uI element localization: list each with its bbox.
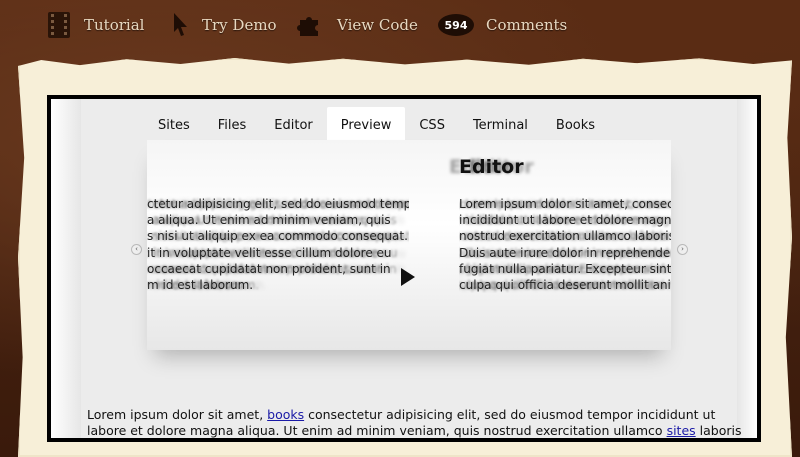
body-text-span: labore et dolore magna aliqua. Ut enim a… <box>87 423 667 438</box>
nav-view-code[interactable]: View Code <box>297 10 418 40</box>
body-text-span: Lorem ipsum dolor sit amet, <box>87 407 268 422</box>
puzzle-icon <box>297 12 323 38</box>
cursor-icon <box>172 12 188 38</box>
body-line: Lorem ipsum dolor sit amet, books consec… <box>87 407 727 423</box>
tab-terminal[interactable]: Terminal <box>459 107 542 143</box>
stage-text-left: ctetur adipisicing elit, sed do eiusmod … <box>147 196 409 293</box>
stage-text-line: culpa qui officia deserunt mollit ani <box>459 278 671 293</box>
carousel-prev-button[interactable]: ‹ <box>131 244 142 255</box>
nav-comments[interactable]: 594 Comments <box>438 10 567 40</box>
comments-count-badge: 594 <box>438 14 474 36</box>
top-nav: Tutorial Try Demo View Code 594 Comments <box>0 0 800 50</box>
tab-sites[interactable]: Sites <box>144 107 204 143</box>
body-paragraph: Lorem ipsum dolor sit amet, books consec… <box>87 407 741 438</box>
tab-books[interactable]: Books <box>542 107 609 143</box>
stage-text-right: Lorem ipsum dolor sit amet, consec incid… <box>459 196 671 293</box>
stage-text-line: Lorem ipsum dolor sit amet, consec <box>459 197 671 211</box>
tab-preview[interactable]: Preview <box>326 107 406 143</box>
books-link[interactable]: books <box>267 407 304 422</box>
stage-text-line: Duis aute irure dolor in reprehender <box>459 245 671 260</box>
body-line: labore et dolore magna aliqua. Ut enim a… <box>87 423 741 438</box>
tab-css[interactable]: CSS <box>405 107 459 143</box>
nav-try-demo[interactable]: Try Demo <box>172 10 277 40</box>
nav-tutorial[interactable]: Tutorial <box>48 10 144 40</box>
carousel-stage[interactable]: Editor ctetur adipisicing elit, sed do e… <box>147 140 671 350</box>
stage-text-line: fugiat nulla pariatur. Excepteur sint <box>459 261 671 276</box>
carousel-next-button[interactable]: › <box>677 244 688 255</box>
stage-text-line: incididunt ut labore et dolore magn <box>459 213 671 228</box>
frame-edge-left <box>51 99 81 438</box>
nav-view-code-label: View Code <box>337 16 418 34</box>
nav-try-demo-label: Try Demo <box>202 16 277 34</box>
frame-edge-right <box>737 99 757 438</box>
stage-text-line: occaecat cupidatat non proident, sunt in <box>147 261 391 276</box>
body-text-span: consectetur adipisicing elit, sed do eiu… <box>304 407 716 422</box>
nav-comments-label: Comments <box>486 16 568 34</box>
demo-frame: Sites Files Editor Preview CSS Terminal … <box>47 95 761 442</box>
sites-link[interactable]: sites <box>667 423 696 438</box>
nav-tutorial-label: Tutorial <box>84 16 145 34</box>
stage-text-line: a aliqua. Ut enim ad minim veniam, quis <box>147 213 391 228</box>
stage-text-line: m id est laborum. <box>147 278 254 293</box>
play-icon[interactable] <box>401 268 415 286</box>
tab-files[interactable]: Files <box>204 107 261 143</box>
body-text-span: laboris <box>695 423 742 438</box>
film-icon <box>48 12 70 38</box>
stage-title: Editor <box>459 156 524 178</box>
tab-editor[interactable]: Editor <box>260 107 326 143</box>
stage-text-line: ctetur adipisicing elit, sed do eiusmod … <box>147 197 409 211</box>
stage-text-line: nostrud exercitation ullamco laboris <box>459 229 671 244</box>
stage-text-line: it in voluptate velit esse cillum dolore… <box>147 245 392 260</box>
stage-text-line: s nisi ut aliquip ex ea commodo consequa… <box>147 229 408 244</box>
